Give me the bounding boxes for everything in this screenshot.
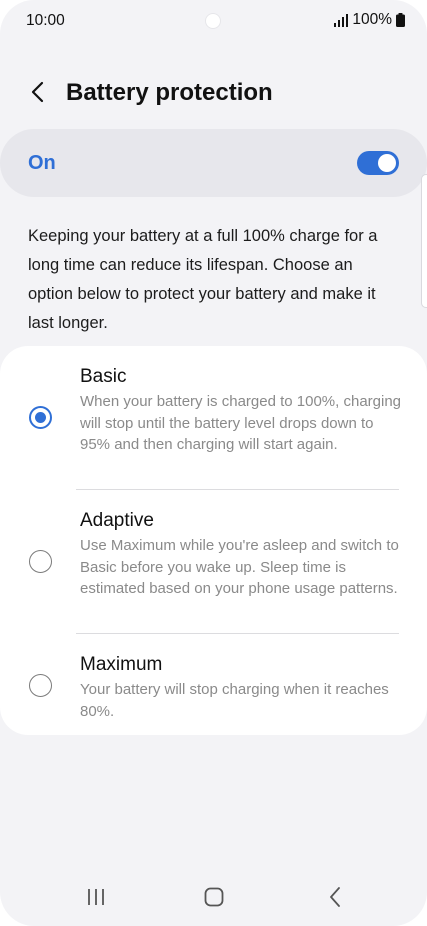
option-title: Adaptive <box>80 510 154 531</box>
option-maximum[interactable]: Maximum Your battery will stop charging … <box>0 634 427 735</box>
home-icon <box>204 887 224 907</box>
back-icon <box>330 887 340 907</box>
radio-maximum[interactable] <box>29 674 52 697</box>
front-camera <box>205 13 221 29</box>
option-title: Basic <box>80 366 127 387</box>
radio-adaptive[interactable] <box>29 550 52 573</box>
back-button[interactable] <box>22 76 54 108</box>
status-time: 10:00 <box>26 12 65 29</box>
page-title: Battery protection <box>66 79 273 106</box>
option-basic[interactable]: Basic When your battery is charged to 10… <box>0 346 427 489</box>
option-adaptive[interactable]: Adaptive Use Maximum while you're asleep… <box>0 490 427 633</box>
master-toggle-row[interactable]: On <box>0 129 427 197</box>
battery-icon <box>396 13 405 27</box>
option-description: Your battery will stop charging when it … <box>80 681 389 720</box>
signal-icon <box>334 14 349 27</box>
navigation-bar <box>0 876 427 918</box>
home-button[interactable] <box>194 884 234 910</box>
radio-basic[interactable] <box>29 406 52 429</box>
battery-percent: 100% <box>352 11 392 28</box>
option-description: When your battery is charged to 100%, ch… <box>80 393 402 453</box>
switch-knob <box>378 154 396 172</box>
master-toggle-switch[interactable] <box>357 151 399 175</box>
recents-button[interactable] <box>76 884 116 910</box>
option-title: Maximum <box>80 654 163 675</box>
phone-screen: 10:00 100% Battery protection On Keeping… <box>0 0 427 926</box>
status-bar: 10:00 100% <box>0 0 427 44</box>
options-list: Basic When your battery is charged to 10… <box>0 346 427 735</box>
master-toggle-label: On <box>28 152 56 174</box>
description-text: Keeping your battery at a full 100% char… <box>28 227 378 332</box>
nav-back-button[interactable] <box>315 884 355 910</box>
option-description: Use Maximum while you're asleep and swit… <box>80 537 399 597</box>
scroll-indicator[interactable] <box>421 174 427 308</box>
status-indicators: 100% <box>334 11 405 29</box>
app-header: Battery protection <box>0 70 427 114</box>
recents-icon <box>88 889 104 905</box>
back-arrow-icon <box>31 81 44 103</box>
